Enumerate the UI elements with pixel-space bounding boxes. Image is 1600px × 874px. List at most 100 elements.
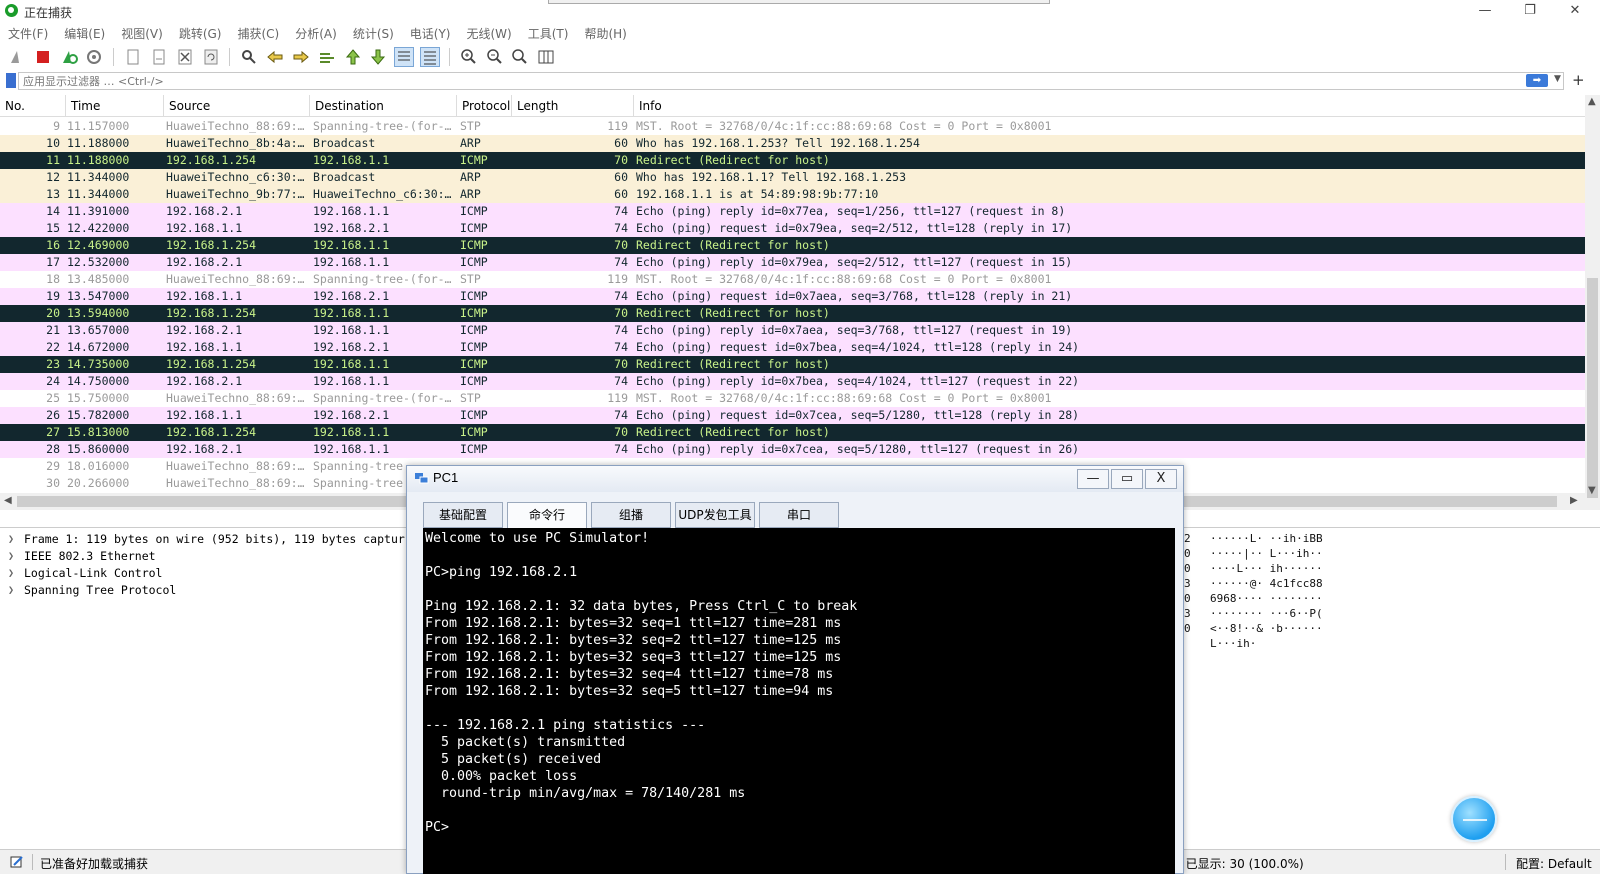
packet-row[interactable]: 17 12.532000 192.168.2.1 192.168.1.1 ICMP 74 E… [0, 254, 1585, 271]
floating-assistant-icon[interactable] [1451, 796, 1497, 842]
maximize-button[interactable]: ❐ [1515, 2, 1545, 20]
packet-row[interactable]: 10 11.188000 HuaweiTechno_8b:4a:… Broadcast… [0, 135, 1585, 152]
display-filter-input[interactable] [19, 73, 1479, 89]
column-header-destination[interactable]: Destination [310, 95, 457, 117]
packet-row[interactable]: 13 11.344000 HuaweiTechno_9b:77:… HuaweiTec… [0, 186, 1585, 203]
resize-columns-icon[interactable] [536, 47, 556, 67]
packet-row[interactable]: 28 15.860000 192.168.2.1 192.168.1.1 ICMP 74 E… [0, 441, 1585, 458]
add-filter-button[interactable]: + [1572, 71, 1585, 89]
menu-tools[interactable]: 工具(T) [520, 22, 577, 45]
expand-chevron-icon[interactable]: ❯ [8, 548, 14, 565]
packet-row[interactable]: 22 14.672000 192.168.1.1 192.168.2.1 ICMP 74 E… [0, 339, 1585, 356]
menu-help[interactable]: 帮助(H) [576, 22, 634, 45]
pc1-command-console[interactable]: Welcome to use PC Simulator! PC>ping 192.… [423, 528, 1175, 874]
menu-view[interactable]: 视图(V) [113, 22, 171, 45]
column-header-no[interactable]: No. [0, 95, 66, 117]
pc1-titlebar[interactable]: PC1 — ▭ X [407, 466, 1183, 492]
packet-row[interactable]: 16 12.469000 192.168.1.254 192.168.1.1 ICMP 7… [0, 237, 1585, 254]
menu-capture[interactable]: 捕获(C) [229, 22, 287, 45]
packet-row[interactable]: 21 13.657000 192.168.2.1 192.168.1.1 ICMP 74 E… [0, 322, 1585, 339]
ascii-row[interactable]: L···ih· [1210, 636, 1323, 651]
open-file-icon[interactable] [123, 47, 143, 67]
column-header-info[interactable]: Info [634, 95, 1585, 117]
go-first-icon[interactable] [343, 47, 363, 67]
packet-row[interactable]: 23 14.735000 192.168.1.254 192.168.1.1 ICMP 7… [0, 356, 1585, 373]
packet-row[interactable]: 11 11.188000 192.168.1.254 192.168.1.1 ICMP 7… [0, 152, 1585, 169]
packet-row[interactable]: 26 15.782000 192.168.1.1 192.168.2.1 ICMP 74 E… [0, 407, 1585, 424]
packet-list-header: No. Time Source Destination Protocol Len… [0, 95, 1585, 117]
packet-row[interactable]: 15 12.422000 192.168.1.1 192.168.2.1 ICMP 74 E… [0, 220, 1585, 237]
save-file-icon[interactable] [149, 47, 169, 67]
menu-go[interactable]: 跳转(G) [171, 22, 230, 45]
minimize-button[interactable]: — [1470, 2, 1500, 20]
tab-command-line[interactable]: 命令行 [507, 502, 587, 529]
expand-chevron-icon[interactable]: ❯ [8, 582, 14, 599]
go-back-icon[interactable] [265, 47, 285, 67]
column-header-source[interactable]: Source [164, 95, 310, 117]
pc1-maximize-button[interactable]: ▭ [1111, 469, 1143, 489]
ascii-row[interactable]: ······@· 4c1fcc88 [1210, 576, 1323, 591]
restart-capture-icon[interactable] [59, 47, 79, 67]
packet-list-vertical-scrollbar[interactable]: ▲ ▼ [1585, 95, 1600, 510]
close-button[interactable]: ✕ [1560, 2, 1590, 20]
pc1-close-button[interactable]: X [1145, 469, 1177, 489]
colorize-icon[interactable] [420, 47, 441, 67]
scrollbar-thumb[interactable] [1587, 278, 1598, 498]
stop-capture-icon[interactable] [33, 47, 53, 67]
ascii-row[interactable]: 6968···· ········ [1210, 591, 1323, 606]
zoom-normal-icon[interactable] [510, 47, 530, 67]
packet-row[interactable]: 18 13.485000 HuaweiTechno_88:69:… Spanning-… [0, 271, 1585, 288]
display-filter-field[interactable] [18, 72, 1564, 90]
tab-basic-config[interactable]: 基础配置 [423, 502, 503, 528]
column-header-time[interactable]: Time [66, 95, 164, 117]
zoom-out-icon[interactable] [485, 47, 505, 67]
packet-row[interactable]: 12 11.344000 HuaweiTechno_c6:30:… Broadcast… [0, 169, 1585, 186]
go-forward-icon[interactable] [291, 47, 311, 67]
ascii-row[interactable]: ·····|·· L···ih·· [1210, 546, 1323, 561]
tab-multicast[interactable]: 组播 [591, 502, 671, 528]
scroll-left-icon[interactable]: ◀ [4, 495, 12, 506]
column-header-protocol[interactable]: Protocol [457, 95, 512, 117]
packet-row[interactable]: 25 15.750000 HuaweiTechno_88:69:… Spanning-… [0, 390, 1585, 407]
bytes-ascii-column[interactable]: ······L· ··ih·iBB ·····|·· L···ih·· ····… [1210, 531, 1323, 651]
go-last-icon[interactable] [368, 47, 388, 67]
go-to-packet-icon[interactable] [317, 47, 337, 67]
tab-serial[interactable]: 串口 [759, 502, 839, 528]
autoscroll-icon[interactable] [394, 47, 415, 67]
ascii-row[interactable]: ······L· ··ih·iBB [1210, 531, 1323, 546]
packet-row[interactable]: 24 14.750000 192.168.2.1 192.168.1.1 ICMP 74 E… [0, 373, 1585, 390]
ascii-row[interactable]: <··8!··& ·b······ [1210, 621, 1323, 636]
zoom-in-icon[interactable] [459, 47, 479, 67]
filter-history-dropdown-icon[interactable]: ▼ [1554, 74, 1561, 84]
packet-row[interactable]: 27 15.813000 192.168.1.254 192.168.1.1 ICMP 7… [0, 424, 1585, 441]
menu-telephony[interactable]: 电话(Y) [402, 22, 459, 45]
find-packet-icon[interactable] [239, 47, 259, 67]
menu-file[interactable]: 文件(F) [0, 22, 56, 45]
packet-row[interactable]: 14 11.391000 192.168.2.1 192.168.1.1 ICMP 74 E… [0, 203, 1585, 220]
capture-options-icon[interactable] [84, 47, 104, 67]
menu-statistics[interactable]: 统计(S) [345, 22, 402, 45]
expand-chevron-icon[interactable]: ❯ [8, 531, 14, 548]
ascii-row[interactable]: ····L··· ih······ [1210, 561, 1323, 576]
menu-edit[interactable]: 编辑(E) [56, 22, 113, 45]
menu-analyze[interactable]: 分析(A) [287, 22, 345, 45]
pc1-minimize-button[interactable]: — [1077, 469, 1109, 489]
expand-chevron-icon[interactable]: ❯ [8, 565, 14, 582]
scroll-down-icon[interactable]: ▼ [1588, 485, 1596, 496]
menu-wireless[interactable]: 无线(W) [459, 22, 520, 45]
scroll-right-icon[interactable]: ▶ [1570, 495, 1578, 506]
scroll-up-icon[interactable]: ▲ [1588, 96, 1596, 107]
packet-row[interactable]: 9 11.157000 HuaweiTechno_88:69:… Spanning-t… [0, 118, 1585, 135]
packet-row[interactable]: 19 13.547000 192.168.1.1 192.168.2.1 ICMP 74 E… [0, 288, 1585, 305]
packet-row[interactable]: 20 13.594000 192.168.1.254 192.168.1.1 ICMP 7… [0, 305, 1585, 322]
column-header-length[interactable]: Length [512, 95, 634, 117]
shark-fin-start-icon[interactable] [7, 47, 27, 67]
filter-bookmark-icon[interactable] [6, 73, 16, 88]
reload-icon[interactable] [201, 47, 221, 67]
ascii-row[interactable]: ········ ···6··P( [1210, 606, 1323, 621]
status-profile[interactable]: 配置: Default [1516, 855, 1592, 872]
close-file-icon[interactable] [175, 47, 195, 67]
expert-info-icon[interactable] [10, 855, 24, 869]
apply-filter-button[interactable]: ➡ [1526, 74, 1548, 87]
tab-udp-tool[interactable]: UDP发包工具 [675, 502, 755, 528]
